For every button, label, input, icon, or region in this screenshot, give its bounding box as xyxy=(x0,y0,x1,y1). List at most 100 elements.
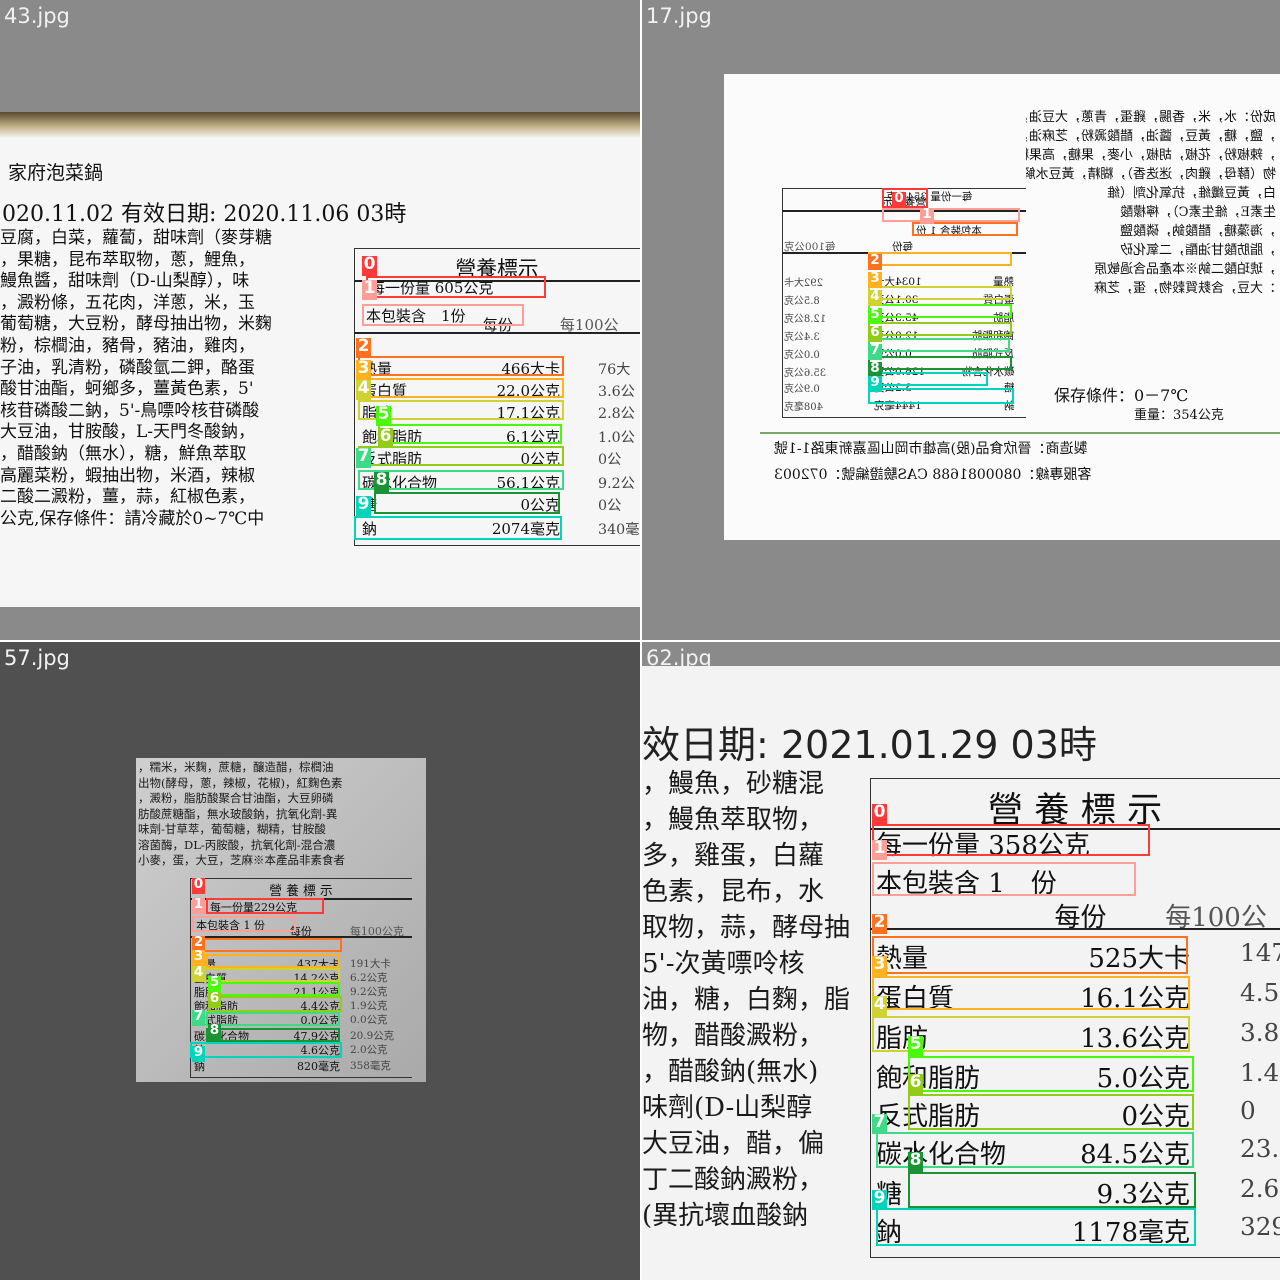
ingredient-line: 生素E，維生素C），檸檬酸 xyxy=(1120,205,1276,220)
detection-box xyxy=(868,304,1012,318)
detection-box xyxy=(868,322,1012,336)
detection-tag: 7 xyxy=(356,446,371,468)
nutrition-row-protein-per-100g: 4.5 xyxy=(1240,978,1280,1007)
ingredient-line: 高麗菜粉，蝦抽出物，米酒，辣椒 xyxy=(0,465,255,486)
detection-box xyxy=(882,208,1020,222)
detection-box xyxy=(912,222,1018,236)
ingredient-line: 二酸二澱粉，薑，蒜，紅椒色素， xyxy=(0,487,255,508)
nutrition-row-sodium-per-100g: 329 xyxy=(1240,1212,1280,1241)
net-weight: 重量：354公克 xyxy=(1134,408,1224,423)
ingredient-line: 取物，蒜，酵母抽 xyxy=(642,913,851,943)
detection-tag: 9 xyxy=(872,1188,887,1210)
detection-box xyxy=(362,304,524,326)
detection-box xyxy=(908,1172,1196,1208)
nutrition-row-protein-per-100g: 8.5公克 xyxy=(784,296,820,307)
nutrition-row-trans-fat-per-100g: 0.0公克 xyxy=(350,1014,388,1026)
rows-rule xyxy=(354,332,640,334)
detection-tag: 9 xyxy=(868,375,882,392)
ingredient-line: 多，雞蛋，白蘿 xyxy=(642,841,825,871)
detection-tag: 2 xyxy=(356,336,371,358)
detection-box xyxy=(190,1042,342,1058)
nutrition-row-calories-per-100g: 191大卡 xyxy=(350,958,391,970)
nutrition-row-sodium-per-100g: 340毫 xyxy=(598,522,640,538)
detection-tag: 3 xyxy=(356,358,371,380)
nutrition-row-carbohydrate-per-100g: 35.6公克 xyxy=(784,368,827,379)
detection-tag: 8 xyxy=(908,1150,923,1172)
detection-box xyxy=(204,968,340,982)
detection-box xyxy=(206,1028,340,1042)
storage-condition: 保存條件：0－7℃ xyxy=(1054,386,1189,405)
ingredient-line: ，鹽，糖，黃豆，醬油，醋酸澱粉，芝麻油，紅蘿蔔，蒜，洋蔥 xyxy=(1026,129,1276,144)
detection-tag: 7 xyxy=(868,343,882,360)
detection-tag: 7 xyxy=(872,1112,887,1134)
detection-box xyxy=(374,492,560,514)
nutrition-row-trans-fat-per-100g: 0.0公克 xyxy=(784,350,820,361)
nutrition-row-protein-per-100g: 3.6公 xyxy=(598,384,635,400)
detection-box xyxy=(358,378,564,398)
nutrition-row-sugar-per-100g: 0.9公克 xyxy=(784,384,820,395)
nutrition-row-sodium-per-100g: 408毫克 xyxy=(784,402,823,413)
detection-box xyxy=(872,862,1136,896)
nutrition-row-carbohydrate-per-100g: 9.2公 xyxy=(598,476,635,492)
ingredient-line: 丁二酸鈉澱粉， xyxy=(642,1165,825,1195)
nutrition-row-saturated-fat-per-100g: 1.4 xyxy=(1240,1058,1280,1087)
detection-tag: 9 xyxy=(192,1044,205,1062)
detection-tag: 4 xyxy=(868,289,882,306)
detection-box xyxy=(868,286,1012,300)
detection-tag: 8 xyxy=(374,470,389,492)
nutrition-row-fat-per-100g: 9.2公克 xyxy=(350,986,388,998)
image-tile-57: 57.jpg ，糯米，米麴，蔗糖，釀造醋，棕櫚油 出物(酵母，蔥，辣椒，花椒)，紅… xyxy=(0,642,640,1280)
detection-tag: 1 xyxy=(192,896,205,914)
rows-rule xyxy=(870,928,1280,930)
ingredient-line: 成份：水，米，香腸，雞蛋，青蔥，大豆油，豬油，菜籽油，醋 xyxy=(1026,110,1276,125)
detection-box xyxy=(868,388,1014,404)
detection-tag: 0 xyxy=(192,876,205,894)
detection-box xyxy=(876,1208,1196,1246)
manufacturer: 製造商：晉欣食品(股)高雄市岡山區嘉新東路1-1號 xyxy=(774,441,1088,457)
nutrition-row-sodium-per-serving: 820毫克 xyxy=(297,1060,340,1073)
nutrition-row-saturated-fat-per-100g: 1.0公 xyxy=(598,430,635,446)
date-line: 020.11.02 有效日期: 2020.11.06 03時 xyxy=(2,202,407,227)
divider-line xyxy=(760,432,1280,434)
detection-box xyxy=(206,898,324,914)
nutrition-row-sugar-per-100g: 2.0公克 xyxy=(350,1044,388,1056)
detection-tag: 2 xyxy=(872,912,887,934)
ingredient-line: ，澱粉，脂肪酸聚合甘油酯，大豆卵磷 xyxy=(138,791,334,805)
ingredient-line: ，果糖，昆布萃取物，蔥，鯉魚， xyxy=(0,249,255,270)
nutrition-row-calories-per-100g: 147 xyxy=(1240,938,1280,967)
ingredient-line: ，脂肪酸甘油酯，二氧化矽 xyxy=(1119,243,1276,258)
detection-box xyxy=(872,824,1150,856)
detection-tag: 6 xyxy=(208,990,221,1008)
detection-box xyxy=(366,276,546,298)
nutrition-title: 營 養 標 示 xyxy=(269,884,333,899)
nutrition-row-trans-fat-per-100g: 0 xyxy=(1240,1096,1256,1125)
detection-tag: 0 xyxy=(872,802,887,824)
detection-box xyxy=(908,1056,1194,1092)
detection-tag: 4 xyxy=(192,964,205,982)
detection-box xyxy=(358,356,564,376)
detection-tag: 4 xyxy=(356,378,371,400)
ingredient-line: 味劑(D-山梨醇 xyxy=(642,1093,813,1123)
detection-box xyxy=(192,916,296,932)
ingredient-line: 大豆油，甘胺酸，L-天門冬酸鈉， xyxy=(0,422,256,443)
detection-box xyxy=(358,446,564,466)
ingredient-line: 葡萄糖，大豆粉，酵母抽出物，米麴 xyxy=(0,314,272,335)
detection-tag: 8 xyxy=(208,1022,221,1040)
detection-box xyxy=(908,1094,1194,1130)
image-tile-62: 62.jpg 效日期: 2021.01.29 03時 ，鰻魚，砂糖混 ，鰻魚萃取物… xyxy=(642,642,1280,1280)
detection-tag: 6 xyxy=(378,426,393,448)
detection-tag: 1 xyxy=(920,207,934,224)
detection-tag: 9 xyxy=(356,494,371,516)
hotline: 客服專線：0800081688 CAS驗證編號：072003 xyxy=(774,467,1092,483)
detection-box xyxy=(216,982,340,996)
detection-box xyxy=(872,976,1190,1010)
detection-tag: 5 xyxy=(868,307,882,324)
ingredients-block: ，鰻魚，砂糖混 ，鰻魚萃取物， 多，雞蛋，白蘿 色素，昆布，水 取物，蒜，酵母抽 5'-次… xyxy=(642,766,864,1234)
ingredient-line: ，鰻魚萃取物， xyxy=(642,805,825,835)
detection-box xyxy=(868,372,988,386)
ingredient-line: 物，醋酸澱粉， xyxy=(642,1021,825,1051)
nutrition-row-sugar-per-100g: 0公 xyxy=(598,498,622,514)
package-edge xyxy=(0,112,640,138)
detection-box xyxy=(872,936,1188,974)
ingredient-line: 粉，棕櫚油，豬骨，豬油，雞肉， xyxy=(0,335,255,356)
